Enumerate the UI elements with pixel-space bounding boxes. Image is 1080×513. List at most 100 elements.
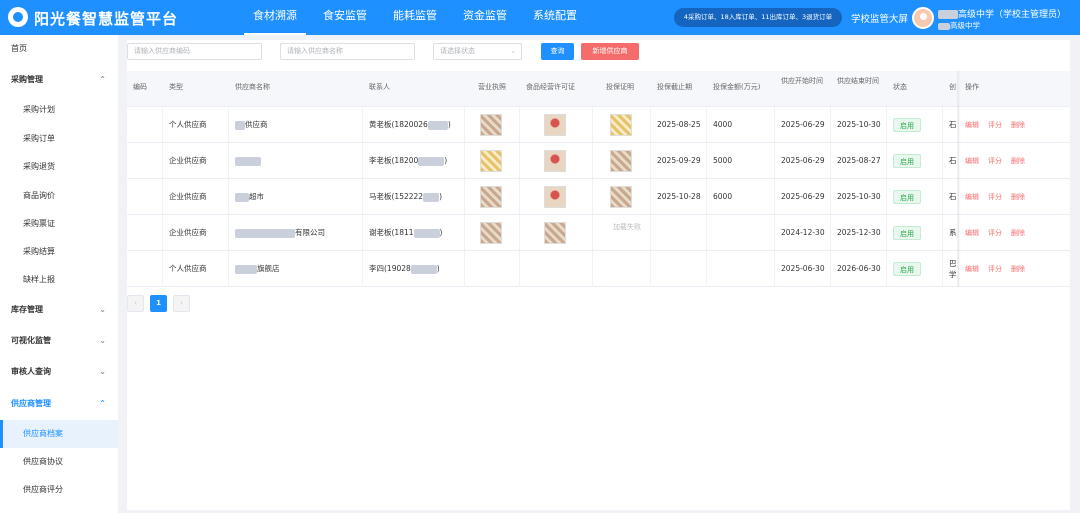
add-supplier-button[interactable]: 新增供应商 (581, 43, 639, 60)
table-cell-food-permit (520, 179, 593, 215)
table-cell-ins-deadline: 2025-10-28 (651, 179, 707, 215)
sidebar: 首页 采购管理 ⌃ 采购计划 采购订单 采购退货 商品询价 采购票证 采购结算 缺… (0, 35, 118, 513)
delete-button[interactable]: 删除 (1011, 179, 1025, 214)
food-permit-image[interactable] (544, 150, 566, 172)
edit-button[interactable]: 编辑 (965, 143, 979, 178)
user-role-text: 高级中学（学校主管理员） (958, 10, 1067, 20)
table-cell-ins-deadline: 2025-09-29 (651, 143, 707, 179)
table-cell-code (127, 143, 163, 179)
sidebar-item-shortage-report[interactable]: 缺样上报 (0, 266, 118, 294)
rate-button[interactable]: 评分 (988, 251, 1002, 286)
business-license-image[interactable] (480, 186, 502, 208)
business-license-image[interactable] (480, 114, 502, 136)
insurance-certificate-image[interactable] (610, 150, 632, 172)
order-stats-badge[interactable]: 4采购订单、18入库订单、11出库订单、3退货订单 (674, 8, 842, 27)
edit-button[interactable]: 编辑 (965, 107, 979, 142)
edit-button[interactable]: 编辑 (965, 251, 979, 286)
nav-system-config[interactable]: 系统配置 (524, 0, 586, 35)
edit-button[interactable]: 编辑 (965, 179, 979, 214)
redacted-block (938, 22, 950, 30)
sidebar-item-purchase-order[interactable]: 采购订单 (0, 125, 118, 153)
sidebar-item-supplier-rating[interactable]: 供应商评分 (0, 476, 118, 504)
delete-button[interactable]: 删除 (1011, 143, 1025, 178)
query-button[interactable]: 查询 (541, 43, 574, 60)
sidebar-item-purchase-plan[interactable]: 采购计划 (0, 96, 118, 124)
delete-button[interactable]: 删除 (1011, 251, 1025, 286)
food-permit-image[interactable] (544, 186, 566, 208)
table-cell-food-permit (520, 107, 593, 143)
table-cell-name (229, 143, 363, 179)
insurance-load-failed: 加载失败 (593, 215, 651, 251)
sidebar-item-home[interactable]: 首页 (0, 35, 118, 63)
rate-button[interactable]: 评分 (988, 215, 1002, 250)
sidebar-item-purchase-settlement[interactable]: 采购结算 (0, 238, 118, 266)
sidebar-group-supplier[interactable]: 供应商管理 ⌃ (0, 390, 118, 418)
pagination-page-1[interactable]: 1 (150, 295, 167, 312)
table-cell-name: 旗舰店 (229, 251, 363, 287)
redacted-block (235, 192, 249, 202)
sidebar-group-label: 供应商管理 (11, 399, 51, 408)
insurance-certificate-image[interactable] (610, 114, 632, 136)
business-license-image[interactable] (480, 222, 502, 244)
redacted-block (423, 192, 440, 202)
table-cell-ins-amount: 4000 (707, 107, 775, 143)
table-cell-ins-deadline (651, 251, 707, 287)
avatar[interactable] (912, 7, 934, 29)
business-license-image[interactable] (480, 150, 502, 172)
table-cell-insurance (593, 251, 651, 287)
col-header-type: 类型 (163, 71, 229, 107)
pagination-next-button[interactable]: › (173, 295, 190, 312)
sidebar-group-label: 可视化监管 (11, 336, 51, 345)
delete-button[interactable]: 删除 (1011, 107, 1025, 142)
app-title: 阳光餐智慧监管平台 (34, 10, 179, 28)
table-cell-ins-amount: 5000 (707, 143, 775, 179)
rate-button[interactable]: 评分 (988, 143, 1002, 178)
pagination-prev-button[interactable]: ‹ (127, 295, 144, 312)
table-cell-end: 2025-10-30 (831, 179, 887, 215)
sidebar-item-purchase-return[interactable]: 采购退货 (0, 153, 118, 181)
table-cell-name: 供应商 (229, 107, 363, 143)
redacted-block (427, 120, 448, 130)
table-cell-food-permit (520, 143, 593, 179)
chevron-down-icon: ⌄ (99, 336, 106, 345)
col-header-ops: 操作 (959, 71, 1070, 107)
sidebar-item-purchase-voucher[interactable]: 采购票证 (0, 210, 118, 238)
chevron-up-icon: ⌃ (99, 75, 106, 84)
nav-energy[interactable]: 能耗监管 (384, 0, 446, 35)
sidebar-group-visual[interactable]: 可视化监管 ⌄ (0, 327, 118, 355)
sidebar-item-supplier-archive[interactable]: 供应商档案 (0, 420, 118, 448)
supplier-name-input[interactable]: 请输入供应商名称 (280, 43, 415, 60)
rate-button[interactable]: 评分 (988, 179, 1002, 214)
status-select-placeholder: 请选择状态 (440, 47, 475, 55)
supplier-code-input[interactable]: 请输入供应商编码 (127, 43, 262, 60)
main-content: 请输入供应商编码 请输入供应商名称 请选择状态 ⌄ 查询 新增供应商 编码 类型 … (127, 40, 1070, 510)
user-role[interactable]: 高级中学（学校主管理员） (938, 7, 1066, 20)
sidebar-item-supplier-agreement[interactable]: 供应商协议 (0, 448, 118, 476)
food-permit-image[interactable] (544, 114, 566, 136)
nav-food-trace[interactable]: 食材溯源 (244, 0, 306, 35)
nav-food-safety[interactable]: 食安监管 (314, 0, 376, 35)
contact-tail: ) (447, 120, 451, 129)
sidebar-group-inventory[interactable]: 库存管理 ⌄ (0, 296, 118, 324)
user-school: 高级中学 (938, 20, 980, 31)
user-school-text: 高级中学 (950, 21, 980, 30)
table-cell-status: 启用 (887, 107, 943, 143)
nav-funds[interactable]: 资金监管 (454, 0, 516, 35)
status-select[interactable]: 请选择状态 ⌄ (433, 43, 522, 60)
status-badge: 启用 (893, 154, 921, 168)
table-cell-type: 企业供应商 (163, 143, 229, 179)
delete-button[interactable]: 删除 (1011, 215, 1025, 250)
logo-icon (8, 7, 28, 27)
table-cell-start: 2025-06-29 (775, 179, 831, 215)
sidebar-group-purchase[interactable]: 采购管理 ⌃ (0, 66, 118, 94)
school-big-screen-link[interactable]: 学校监管大屏 (851, 11, 908, 25)
sidebar-item-price-inquiry[interactable]: 商品询价 (0, 182, 118, 210)
rate-button[interactable]: 评分 (988, 107, 1002, 142)
redacted-block (235, 120, 245, 130)
insurance-certificate-image[interactable] (610, 186, 632, 208)
food-permit-image[interactable] (544, 222, 566, 244)
sidebar-group-label: 库存管理 (11, 305, 43, 314)
edit-button[interactable]: 编辑 (965, 215, 979, 250)
table-cell-ins-amount (707, 215, 775, 251)
sidebar-group-reviewer[interactable]: 审核人查询 ⌄ (0, 358, 118, 386)
